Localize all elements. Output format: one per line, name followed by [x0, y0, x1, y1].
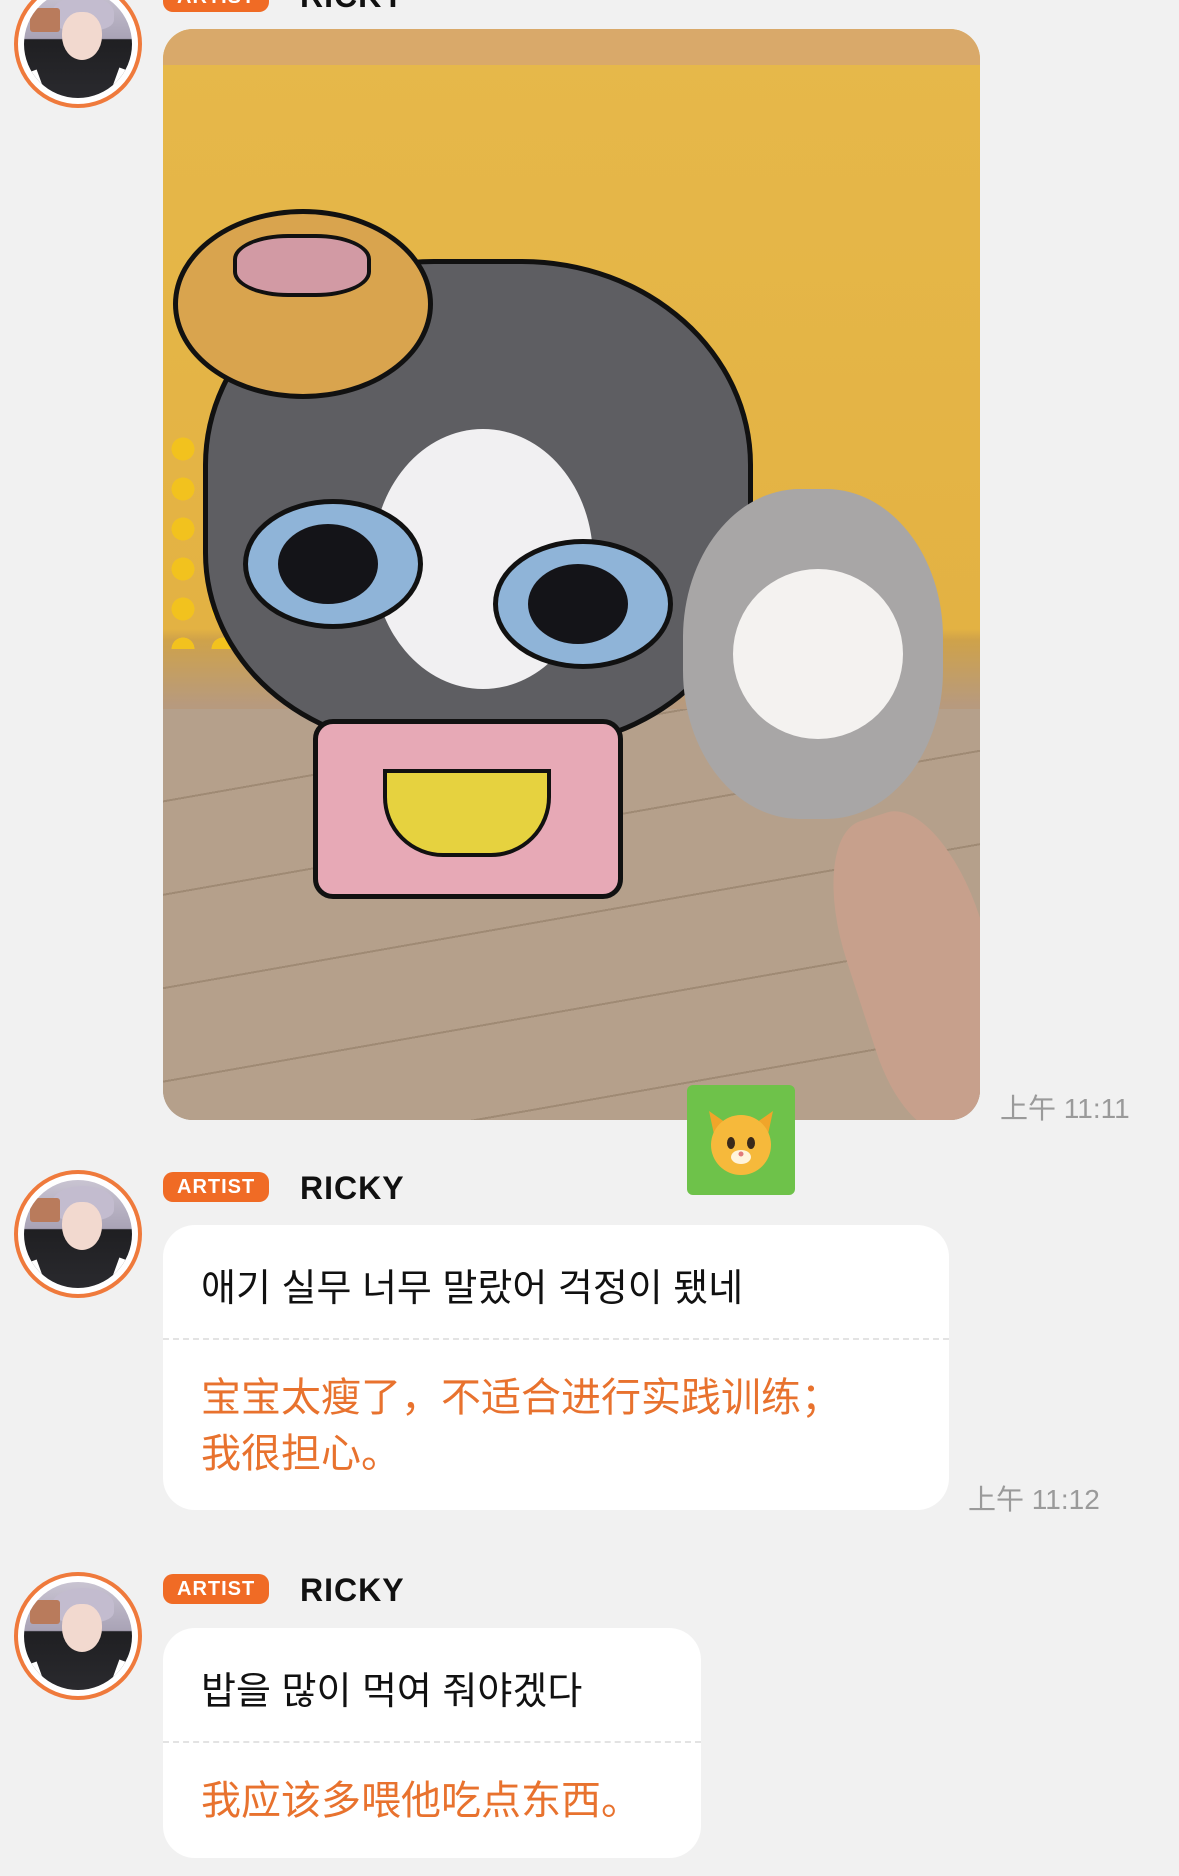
- original-message-text: 애기 실무 너무 말랐어 걱정이 됐네: [201, 1268, 744, 1310]
- original-message-text: 밥을 많이 먹여 줘야겠다: [201, 1671, 583, 1713]
- avatar[interactable]: [14, 0, 142, 108]
- translation-text-line2: 我很担心。: [201, 1432, 401, 1476]
- translation-text-line1: 我应该多喂他吃点东西。: [201, 1779, 641, 1823]
- sender-name[interactable]: RICKY: [300, 1170, 405, 1207]
- translation-text-line1: 宝宝太瘦了，不适合进行实践训练；: [201, 1376, 841, 1420]
- message-bubble[interactable]: 밥을 많이 먹여 줘야겠다 我应该多喂他吃点东西。: [163, 1628, 701, 1858]
- artist-badge: ARTIST: [163, 1574, 270, 1604]
- shared-photo[interactable]: [163, 29, 980, 1120]
- avatar[interactable]: [14, 1170, 142, 1298]
- artist-badge-top: ARTIST: [163, 0, 270, 12]
- translation-divider: [163, 1741, 701, 1743]
- message-time: 上午 11:12: [968, 1484, 1100, 1515]
- sender-name-top[interactable]: RICKY: [300, 0, 405, 15]
- artist-badge: ARTIST: [163, 1172, 270, 1202]
- message-time: 上午 11:11: [1000, 1093, 1130, 1124]
- sender-name[interactable]: RICKY: [300, 1572, 405, 1609]
- reaction-sticker[interactable]: [687, 1085, 795, 1195]
- cat-face-icon: [709, 1111, 773, 1175]
- avatar[interactable]: [14, 1572, 142, 1700]
- message-bubble[interactable]: 애기 실무 너무 말랐어 걱정이 됐네 宝宝太瘦了，不适合进行实践训练； 我很担…: [163, 1225, 949, 1510]
- translation-divider: [163, 1338, 949, 1340]
